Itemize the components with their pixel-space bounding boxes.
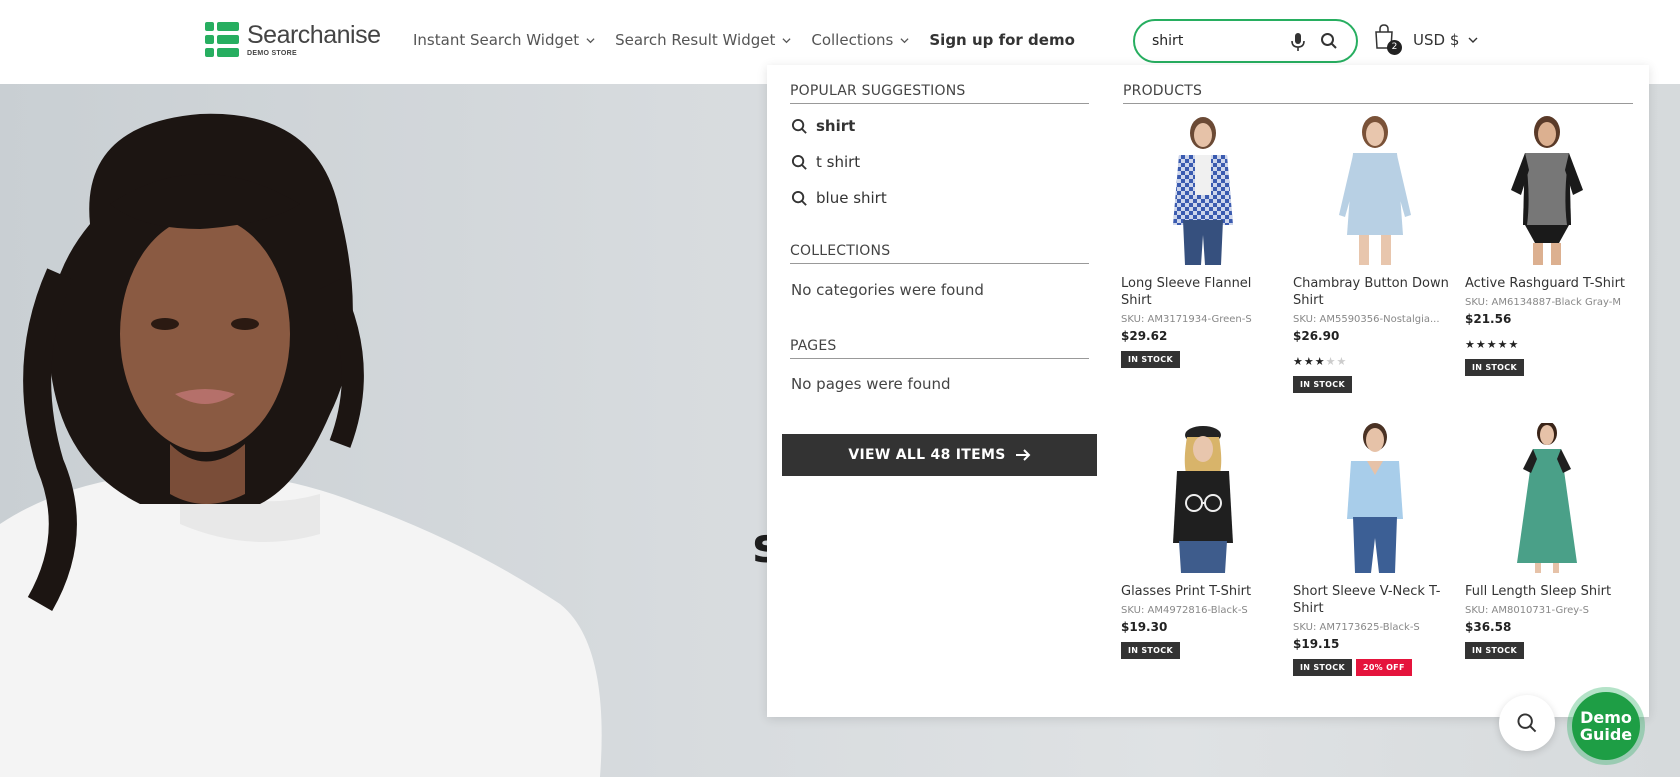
- hero-model-image: [0, 113, 602, 777]
- product-sku: SKU: AM8010731-Grey-S: [1465, 605, 1589, 616]
- in-stock-badge: IN STOCK: [1293, 376, 1352, 393]
- popular-suggestions-heading: POPULAR SUGGESTIONS: [790, 83, 1089, 104]
- in-stock-badge: IN STOCK: [1121, 642, 1180, 659]
- product-card[interactable]: Short Sleeve V-Neck T-Shirt SKU: AM71736…: [1293, 423, 1458, 676]
- product-name: Short Sleeve V-Neck T-Shirt: [1293, 584, 1441, 616]
- instant-search-dropdown: POPULAR SUGGESTIONS shirt t shirt blue s…: [767, 65, 1649, 717]
- suggestion-item[interactable]: t shirt: [791, 153, 860, 171]
- product-sku: SKU: AM4972816-Black-S: [1121, 605, 1248, 616]
- currency-selector[interactable]: USD $: [1413, 31, 1478, 49]
- product-card[interactable]: Long Sleeve Flannel Shirt SKU: AM3171934…: [1121, 115, 1286, 368]
- product-card[interactable]: Glasses Print T-Shirt SKU: AM4972816-Bla…: [1121, 423, 1286, 659]
- nav-item-search-result-widget[interactable]: Search Result Widget: [615, 31, 791, 49]
- in-stock-badge: IN STOCK: [1465, 642, 1524, 659]
- product-sku: SKU: AM5590356-Nostalgia...: [1293, 314, 1440, 325]
- product-image: [1173, 117, 1233, 265]
- search-icon: [1517, 713, 1537, 733]
- product-name: Full Length Sleep Shirt: [1465, 584, 1612, 599]
- cart-button[interactable]: 2: [1373, 24, 1402, 55]
- product-card[interactable]: Active Rashguard T-Shirt SKU: AM6134887-…: [1465, 115, 1630, 376]
- search-box: [1133, 19, 1358, 63]
- search-icon: [791, 118, 807, 134]
- brand-name: Searchanise: [247, 21, 381, 49]
- product-price: $19.15: [1293, 637, 1340, 651]
- brand-subtitle: DEMO STORE: [247, 50, 297, 57]
- microphone-icon[interactable]: [1290, 32, 1306, 52]
- suggestion-item[interactable]: blue shirt: [791, 189, 887, 207]
- in-stock-badge: IN STOCK: [1293, 659, 1352, 676]
- product-rating: ★★★★★: [1293, 355, 1348, 368]
- cart-count-badge: 2: [1387, 40, 1402, 55]
- discount-badge: 20% OFF: [1355, 659, 1412, 676]
- product-sku: SKU: AM6134887-Black Gray-M: [1465, 297, 1621, 308]
- product-name: Glasses Print T-Shirt: [1121, 584, 1252, 599]
- pages-heading: PAGES: [790, 338, 1089, 359]
- product-sku: SKU: AM3171934-Green-S: [1121, 314, 1252, 325]
- suggestion-item[interactable]: shirt: [791, 117, 855, 135]
- demo-guide-button[interactable]: Demo Guide: [1572, 692, 1640, 760]
- product-price: $26.90: [1293, 329, 1340, 343]
- search-icon: [791, 190, 807, 206]
- products-heading: PRODUCTS: [1123, 83, 1633, 104]
- search-input[interactable]: [1152, 33, 1272, 49]
- chevron-down-icon: [782, 37, 791, 43]
- product-sku: SKU: AM7173625-Black-S: [1293, 622, 1420, 633]
- product-image: [1511, 116, 1583, 265]
- nav-item-collections[interactable]: Collections: [811, 31, 909, 49]
- search-icon: [791, 154, 807, 170]
- floating-search-button[interactable]: [1499, 695, 1555, 751]
- product-rating: ★★★★★: [1465, 338, 1520, 351]
- product-card[interactable]: Chambray Button Down Shirt SKU: AM559035…: [1293, 115, 1458, 393]
- pages-empty-message: No pages were found: [791, 375, 951, 393]
- product-image: [1339, 116, 1411, 265]
- collections-empty-message: No categories were found: [791, 281, 984, 299]
- product-image: [1517, 421, 1577, 573]
- product-price: $36.58: [1465, 620, 1512, 634]
- product-name: Chambray Button Down Shirt: [1293, 276, 1449, 308]
- product-image: [1347, 423, 1403, 573]
- nav-item-instant-search-widget[interactable]: Instant Search Widget: [413, 31, 595, 49]
- search-icon[interactable]: [1320, 32, 1338, 50]
- product-name: Active Rashguard T-Shirt: [1465, 276, 1626, 291]
- product-image: [1173, 426, 1233, 573]
- product-card[interactable]: Full Length Sleep Shirt SKU: AM8010731-G…: [1465, 421, 1630, 659]
- signup-demo-link[interactable]: Sign up for demo: [929, 31, 1075, 49]
- logo-mark-icon: [205, 22, 239, 58]
- chevron-down-icon: [586, 37, 595, 43]
- product-price: $19.30: [1121, 620, 1168, 634]
- main-nav: Instant Search Widget Search Result Widg…: [413, 31, 1095, 49]
- chevron-down-icon: [1468, 37, 1478, 43]
- product-price: $21.56: [1465, 312, 1512, 326]
- product-price: $29.62: [1121, 329, 1168, 343]
- arrow-right-icon: [1015, 449, 1031, 461]
- brand-logo[interactable]: Searchanise DEMO STORE: [205, 21, 381, 58]
- in-stock-badge: IN STOCK: [1121, 351, 1180, 368]
- chevron-down-icon: [900, 37, 909, 43]
- product-name: Long Sleeve Flannel Shirt: [1121, 276, 1252, 308]
- in-stock-badge: IN STOCK: [1465, 359, 1524, 376]
- view-all-items-button[interactable]: VIEW ALL 48 ITEMS: [782, 434, 1097, 476]
- collections-heading: COLLECTIONS: [790, 243, 1089, 264]
